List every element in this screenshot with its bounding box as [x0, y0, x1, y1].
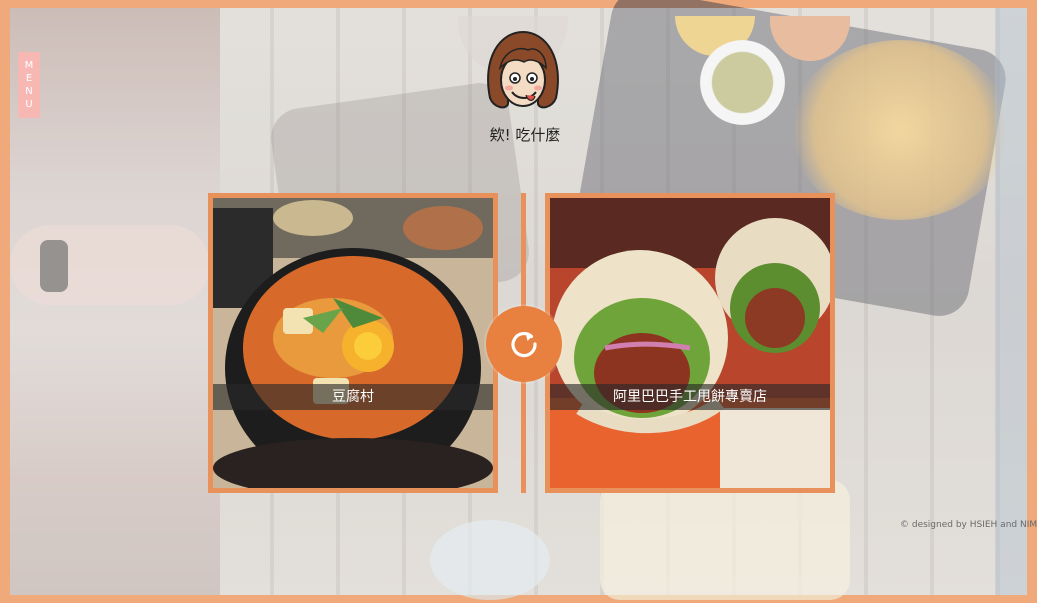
restaurant-card-left[interactable]: 豆腐村	[208, 193, 498, 493]
app-title: 欸! 吃什麼	[489, 126, 561, 144]
food-photo-wrap	[550, 198, 830, 488]
menu-letter: M	[24, 60, 34, 71]
refresh-button[interactable]	[486, 306, 562, 382]
menu-letter: E	[25, 73, 33, 84]
restaurant-card-right[interactable]: 阿里巴巴手工甩餅專賣店	[545, 193, 835, 493]
restaurant-name-left: 豆腐村	[213, 384, 493, 410]
food-photo-tofu-stew	[213, 198, 493, 488]
menu-button[interactable]: M E N U	[18, 52, 40, 118]
menu-letter: U	[25, 99, 33, 110]
refresh-icon	[511, 331, 537, 358]
footer-credit: © designed by HSIEH and NIMO	[900, 520, 1037, 530]
menu-letter: N	[25, 86, 33, 97]
restaurant-name-right: 阿里巴巴手工甩餅專賣店	[550, 384, 830, 410]
avatar-logo	[480, 28, 566, 124]
